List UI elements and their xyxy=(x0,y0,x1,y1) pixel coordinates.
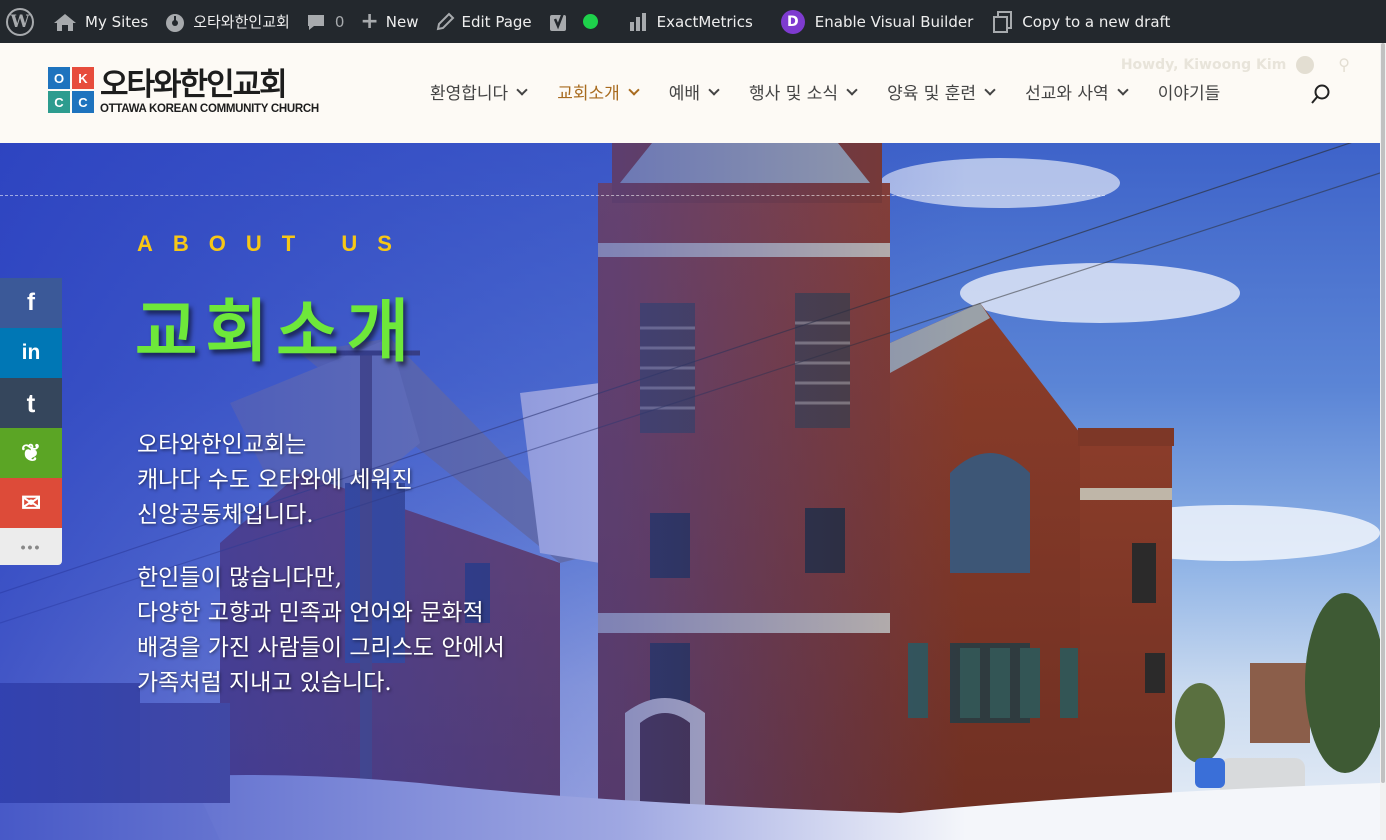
logo-letter-c2: C xyxy=(72,91,94,113)
hero-eyebrow: ABOUT US xyxy=(137,231,412,256)
hero-line: 캐나다 수도 오타와에 세워진 xyxy=(137,467,413,493)
visual-builder-label: Enable Visual Builder xyxy=(814,12,974,31)
logo-letter-o: O xyxy=(48,67,70,89)
logo-english-name: OTTAWA KOREAN COMMUNITY CHURCH xyxy=(100,102,319,115)
logo-korean-name: 오타와한인교회 xyxy=(100,66,288,103)
nav-item-about[interactable]: 교회소개 xyxy=(557,79,640,104)
howdy-label: Howdy, Kiwoong Kim xyxy=(1120,56,1287,73)
nav-item-worship[interactable]: 예배 xyxy=(668,79,720,104)
nav-item-welcome[interactable]: 환영합니다 xyxy=(430,79,528,104)
site-logo[interactable]: O K C C 오타와한인교회 OTTAWA KOREAN COMMUNITY … xyxy=(48,67,319,115)
email-share-button[interactable]: ✉ xyxy=(0,478,62,528)
site-header: O K C C 오타와한인교회 OTTAWA KOREAN COMMUNITY … xyxy=(0,43,1380,143)
hero-line: 신앙공동체입니다. xyxy=(137,502,314,528)
nav-item-missions[interactable]: 선교와 사역 xyxy=(1025,79,1129,104)
nav-label: 양육 및 훈련 xyxy=(887,84,977,104)
yoast-seo-menu[interactable] xyxy=(540,0,606,43)
edit-page-menu[interactable]: Edit Page xyxy=(427,0,540,43)
nav-label: 선교와 사역 xyxy=(1025,84,1109,104)
chevron-down-icon xyxy=(628,83,640,96)
chevron-down-icon xyxy=(1117,83,1129,96)
chevron-down-icon xyxy=(984,83,996,96)
comment-bubble-icon xyxy=(306,12,326,32)
copy-draft-label: Copy to a new draft xyxy=(1022,12,1171,31)
hero-line: 한인들이 많습니다만, xyxy=(137,565,343,591)
nav-label: 이야기들 xyxy=(1157,84,1221,104)
hero-line: 오타와한인교회는 xyxy=(137,432,307,458)
hero-section: ABOUT US 교회소개 오타와한인교회는 캐나다 수도 오타와에 세워진 신… xyxy=(0,143,1380,840)
comments-menu[interactable]: 0 xyxy=(298,0,353,43)
exactmetrics-label: ExactMetrics xyxy=(656,12,753,31)
pencil-icon xyxy=(435,12,455,32)
yoast-icon xyxy=(548,11,570,33)
hero-paragraph-2: 한인들이 많습니다만, 다양한 고향과 민족과 언어와 문화적 배경을 가진 사… xyxy=(137,561,505,701)
site-name-label: 오타와한인교회 xyxy=(193,13,290,31)
wp-admin-bar: W My Sites 오타와한인교회 0 + New Edit Page Exa… xyxy=(0,0,1386,43)
nav-item-discipleship[interactable]: 양육 및 훈련 xyxy=(887,79,996,104)
new-label: New xyxy=(385,12,419,31)
copy-draft-button[interactable]: Copy to a new draft xyxy=(983,0,1178,43)
hero-line: 가족처럼 지내고 있습니다. xyxy=(137,670,392,696)
social-share-sidebar: f in t ❦ ✉ ••• xyxy=(0,278,62,565)
my-sites-label: My Sites xyxy=(85,12,149,31)
logo-letter-k: K xyxy=(72,67,94,89)
wordpress-logo-icon: W xyxy=(6,7,34,36)
plus-icon: + xyxy=(360,9,379,34)
my-sites-menu[interactable]: My Sites xyxy=(44,0,156,43)
logo-letter-c1: C xyxy=(48,91,70,113)
email-icon: ✉ xyxy=(20,489,42,517)
dashboard-gauge-icon xyxy=(164,12,186,32)
chevron-down-icon xyxy=(708,83,720,96)
hero-paragraph-1: 오타와한인교회는 캐나다 수도 오타와에 세워진 신앙공동체입니다. xyxy=(137,428,413,533)
linkedin-share-button[interactable]: in xyxy=(0,328,62,378)
exactmetrics-menu[interactable]: ExactMetrics xyxy=(620,0,761,43)
comments-count: 0 xyxy=(334,12,345,31)
site-name-menu[interactable]: 오타와한인교회 xyxy=(156,0,298,43)
nav-label: 교회소개 xyxy=(557,84,620,104)
chevron-down-icon xyxy=(846,83,858,96)
search-icon[interactable] xyxy=(1310,83,1332,105)
okcc-logo-mark: O K C C xyxy=(48,67,96,115)
tumblr-share-button[interactable]: t xyxy=(0,378,62,428)
seo-status-dot xyxy=(582,14,598,29)
page-scrollbar[interactable] xyxy=(1380,43,1386,840)
bar-chart-icon xyxy=(628,12,650,32)
hero-divider-line xyxy=(0,195,1105,196)
howdy-user[interactable]: Howdy, Kiwoong Kim ⚲ xyxy=(1121,55,1350,74)
evernote-icon: ❦ xyxy=(20,439,42,467)
facebook-icon: f xyxy=(27,289,35,316)
linkedin-icon: in xyxy=(21,341,41,364)
nav-label: 행사 및 소식 xyxy=(749,84,839,104)
new-content-menu[interactable]: + New xyxy=(352,0,426,43)
wordpress-menu[interactable]: W xyxy=(0,0,44,43)
evernote-share-button[interactable]: ❦ xyxy=(0,428,62,478)
admin-search-icon[interactable]: ⚲ xyxy=(1338,55,1350,74)
nav-item-events-news[interactable]: 행사 및 소식 xyxy=(749,79,858,104)
more-dots-icon: ••• xyxy=(20,538,42,555)
nav-label: 예배 xyxy=(668,84,701,104)
divi-logo-icon: D xyxy=(780,9,805,34)
user-avatar-icon xyxy=(1296,55,1315,74)
visual-builder-button[interactable]: D Enable Visual Builder xyxy=(773,0,981,43)
hero-line: 배경을 가진 사람들이 그리스도 안에서 xyxy=(137,635,505,661)
hero-line: 다양한 고향과 민족과 언어와 문화적 xyxy=(137,600,484,626)
tumblr-icon: t xyxy=(26,387,36,418)
facebook-share-button[interactable]: f xyxy=(0,278,62,328)
chevron-down-icon xyxy=(516,83,528,96)
nav-label: 환영합니다 xyxy=(430,84,509,104)
my-sites-icon xyxy=(52,12,78,32)
copy-icon xyxy=(991,10,1015,34)
edit-page-label: Edit Page xyxy=(461,12,532,31)
more-share-button[interactable]: ••• xyxy=(0,528,62,565)
hero-title: 교회소개 xyxy=(135,293,418,372)
main-navigation: 환영합니다 교회소개 예배 행사 및 소식 양육 및 훈련 선교와 사역 이야기… xyxy=(430,79,1220,104)
nav-item-stories[interactable]: 이야기들 xyxy=(1158,79,1221,104)
scrollbar-thumb[interactable] xyxy=(1381,43,1385,783)
